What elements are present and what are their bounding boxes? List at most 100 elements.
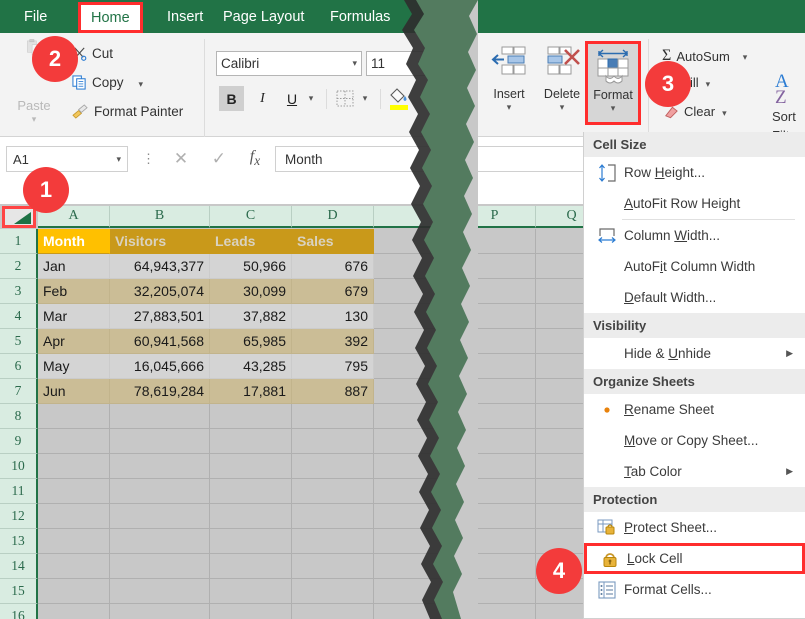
cell-empty-r14-c1[interactable] <box>38 554 110 579</box>
column-header-d[interactable]: D <box>292 206 374 228</box>
cancel-icon[interactable]: ✕ <box>174 149 188 169</box>
chevron-down-icon[interactable]: ▾ <box>507 103 512 112</box>
cell-r6-c1[interactable]: May <box>38 354 110 379</box>
vertical-dots-icon[interactable]: ⋮ <box>142 151 155 167</box>
cell-r4-c4[interactable]: 130 <box>292 304 374 329</box>
row-header-15[interactable]: 15 <box>0 579 38 604</box>
cell-empty-r15-c5[interactable] <box>374 579 454 604</box>
chevron-down-icon[interactable]: ▾ <box>611 104 616 113</box>
cell-empty-r13-c1[interactable] <box>38 529 110 554</box>
menu-item-rename-sheet[interactable]: Rename Sheet <box>584 394 805 425</box>
cell-r2-c4[interactable]: 676 <box>292 254 374 279</box>
menu-item-protect-sheet[interactable]: Protect Sheet... <box>584 512 805 543</box>
cell-empty-r8-c2[interactable] <box>110 404 210 429</box>
chevron-down-icon[interactable]: ▾ <box>722 108 727 117</box>
row-header-4[interactable]: 4 <box>0 304 38 329</box>
row-header-8[interactable]: 8 <box>0 404 38 429</box>
tab-page-layout[interactable]: Page Layout <box>213 0 314 33</box>
menu-item-tab-color[interactable]: Tab Color ▶ <box>584 456 805 487</box>
cell-empty-r9-c3[interactable] <box>210 429 292 454</box>
cell-empty-r15-c4[interactable] <box>292 579 374 604</box>
cell-empty-r8-c1[interactable] <box>38 404 110 429</box>
cell-r5-c4[interactable]: 392 <box>292 329 374 354</box>
tab-insert[interactable]: Insert <box>157 0 213 33</box>
cell-empty-r12-c3[interactable] <box>210 504 292 529</box>
row-header-3[interactable]: 3 <box>0 279 38 304</box>
fx-icon[interactable]: fx <box>250 148 260 169</box>
cell-empty-r11-c3[interactable] <box>210 479 292 504</box>
cell-empty-r16-c6[interactable] <box>454 604 536 619</box>
column-header-e[interactable] <box>374 206 454 228</box>
cell-empty-r13-c2[interactable] <box>110 529 210 554</box>
row-header-7[interactable]: 7 <box>0 379 38 404</box>
cell-empty-r8-c5[interactable] <box>374 404 454 429</box>
cell-empty-r3-c6[interactable] <box>454 279 536 304</box>
cell-empty-r11-c5[interactable] <box>374 479 454 504</box>
cell-empty-r12-c6[interactable] <box>454 504 536 529</box>
menu-item-move-or-copy-sheet[interactable]: Move or Copy Sheet... <box>584 425 805 456</box>
select-all-corner[interactable] <box>2 206 36 228</box>
cell-empty-r16-c4[interactable] <box>292 604 374 619</box>
column-header-p[interactable]: P <box>454 206 536 228</box>
menu-item-lock-cell[interactable]: Lock Cell <box>584 543 805 574</box>
underline-button[interactable]: U <box>281 86 303 111</box>
cell-r3-c3[interactable]: 30,099 <box>210 279 292 304</box>
cell-empty-r2-c5[interactable] <box>374 254 454 279</box>
cell-empty-r12-c2[interactable] <box>110 504 210 529</box>
cell-empty-r1-c6[interactable] <box>454 229 536 254</box>
cell-r5-c2[interactable]: 60,941,568 <box>110 329 210 354</box>
row-header-10[interactable]: 10 <box>0 454 38 479</box>
column-header-c[interactable]: C <box>210 206 292 228</box>
font-name-input[interactable]: Calibri ▾ <box>216 51 362 76</box>
cell-header-leads[interactable]: Leads <box>210 229 292 254</box>
fill-color-icon[interactable] <box>388 86 410 112</box>
tab-home[interactable]: Home <box>78 2 143 33</box>
cell-empty-r9-c5[interactable] <box>374 429 454 454</box>
row-header-9[interactable]: 9 <box>0 429 38 454</box>
menu-item-row-height[interactable]: Row Height... <box>584 157 805 188</box>
borders-chevron-down-icon[interactable]: ▾ <box>357 88 373 108</box>
cell-empty-r8-c3[interactable] <box>210 404 292 429</box>
cell-empty-r8-c6[interactable] <box>454 404 536 429</box>
cell-empty-r10-c2[interactable] <box>110 454 210 479</box>
cell-empty-r5-c5[interactable] <box>374 329 454 354</box>
cell-empty-r14-c4[interactable] <box>292 554 374 579</box>
cell-empty-r15-c1[interactable] <box>38 579 110 604</box>
insert-cells-button[interactable]: Insert ▾ <box>484 41 534 121</box>
tab-formulas[interactable]: Formulas <box>320 0 400 33</box>
cell-empty-r7-c6[interactable] <box>454 379 536 404</box>
row-header-13[interactable]: 13 <box>0 529 38 554</box>
cell-empty-r5-c6[interactable] <box>454 329 536 354</box>
menu-item-column-width[interactable]: Column Width... <box>584 220 805 251</box>
cell-r6-c2[interactable]: 16,045,666 <box>110 354 210 379</box>
format-painter-button[interactable]: Format Painter <box>72 104 183 119</box>
cell-empty-r3-c5[interactable] <box>374 279 454 304</box>
cell-empty-r4-c5[interactable] <box>374 304 454 329</box>
cell-empty-r1-c5[interactable] <box>374 229 454 254</box>
cell-empty-r11-c2[interactable] <box>110 479 210 504</box>
row-header-16[interactable]: 16 <box>0 604 38 619</box>
cell-empty-r11-c1[interactable] <box>38 479 110 504</box>
cell-r5-c1[interactable]: Apr <box>38 329 110 354</box>
row-header-14[interactable]: 14 <box>0 554 38 579</box>
cell-empty-r10-c1[interactable] <box>38 454 110 479</box>
copy-button[interactable]: Copy ▾ <box>72 75 143 90</box>
cell-header-month[interactable]: Month <box>38 229 110 254</box>
cell-empty-r13-c3[interactable] <box>210 529 292 554</box>
cell-r3-c4[interactable]: 679 <box>292 279 374 304</box>
italic-button[interactable]: I <box>250 86 275 111</box>
cell-empty-r12-c1[interactable] <box>38 504 110 529</box>
cell-empty-r12-c5[interactable] <box>374 504 454 529</box>
cell-empty-r8-c4[interactable] <box>292 404 374 429</box>
cell-empty-r16-c2[interactable] <box>110 604 210 619</box>
cell-empty-r9-c1[interactable] <box>38 429 110 454</box>
font-size-input[interactable]: 11 ▾ <box>366 51 428 76</box>
cell-r6-c4[interactable]: 795 <box>292 354 374 379</box>
cell-empty-r10-c4[interactable] <box>292 454 374 479</box>
cell-empty-r13-c6[interactable] <box>454 529 536 554</box>
cell-empty-r6-c5[interactable] <box>374 354 454 379</box>
row-header-6[interactable]: 6 <box>0 354 38 379</box>
cell-empty-r6-c6[interactable] <box>454 354 536 379</box>
column-header-b[interactable]: B <box>110 206 210 228</box>
menu-item-autofit-row-height[interactable]: AutoFit Row Height <box>584 188 805 219</box>
